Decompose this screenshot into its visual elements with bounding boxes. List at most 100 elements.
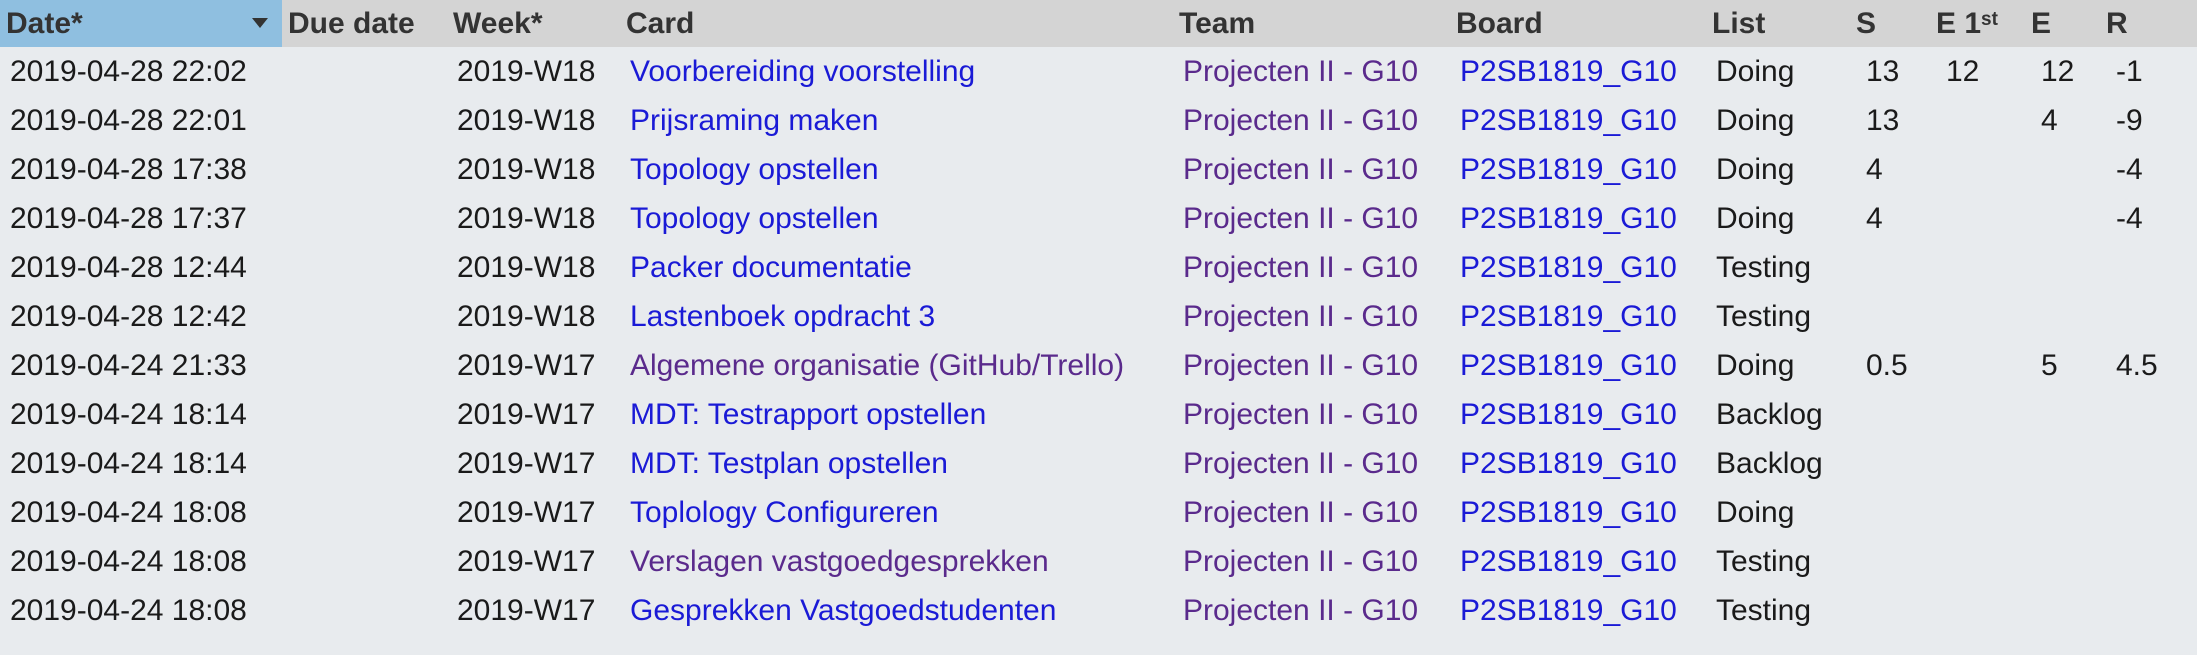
board-link[interactable]: P2SB1819_G10 (1460, 104, 1677, 137)
cell-board: P2SB1819_G10 (1450, 145, 1706, 194)
table-row: 2019-04-28 17:37 2019-W18 Topology opstell… (0, 194, 2197, 243)
e1-value: 12 (1946, 54, 1980, 88)
cell-week: 2019-W18 (447, 292, 620, 341)
cell-week: 2019-W17 (447, 439, 620, 488)
cell-e (2025, 537, 2100, 586)
cell-due (282, 439, 447, 488)
cell-due (282, 194, 447, 243)
card-link[interactable]: Topology opstellen (630, 202, 879, 235)
table-row: 2019-04-24 21:33 2019-W17 Algemene organis… (0, 341, 2197, 390)
cell-due (282, 488, 447, 537)
column-header-e1[interactable]: E 1st (1930, 0, 2025, 47)
team-link[interactable]: Projecten II - G10 (1183, 594, 1418, 627)
list-value: Doing (1716, 152, 1795, 186)
cell-e1 (1930, 439, 2025, 488)
board-link[interactable]: P2SB1819_G10 (1460, 496, 1677, 529)
team-link[interactable]: Projecten II - G10 (1183, 300, 1418, 333)
table-row: 2019-04-24 18:14 2019-W17 MDT: Testrapport… (0, 390, 2197, 439)
cell-board: P2SB1819_G10 (1450, 96, 1706, 145)
board-link[interactable]: P2SB1819_G10 (1460, 153, 1677, 186)
team-link[interactable]: Projecten II - G10 (1183, 398, 1418, 431)
column-header-label: Date* (6, 6, 83, 40)
column-header-label: Board (1456, 6, 1543, 40)
week-value: 2019-W18 (457, 152, 596, 186)
cell-card: Toplology Configureren (620, 488, 1173, 537)
column-header-list[interactable]: List (1706, 0, 1850, 47)
card-link[interactable]: Algemene organisatie (GitHub/Trello) (630, 349, 1124, 382)
cell-list: Doing (1706, 96, 1850, 145)
team-link[interactable]: Projecten II - G10 (1183, 496, 1418, 529)
s-value: 4 (1866, 201, 1883, 235)
card-link[interactable]: MDT: Testrapport opstellen (630, 398, 986, 431)
cell-date: 2019-04-24 18:14 (0, 390, 282, 439)
cell-e (2025, 243, 2100, 292)
column-header-card[interactable]: Card (620, 0, 1173, 47)
column-header-label: Week* (453, 6, 543, 40)
team-link[interactable]: Projecten II - G10 (1183, 55, 1418, 88)
cell-team: Projecten II - G10 (1173, 341, 1450, 390)
card-link[interactable]: Voorbereiding voorstelling (630, 55, 975, 88)
cell-e1 (1930, 243, 2025, 292)
board-link[interactable]: P2SB1819_G10 (1460, 447, 1677, 480)
team-link[interactable]: Projecten II - G10 (1183, 349, 1418, 382)
column-header-week[interactable]: Week* (447, 0, 620, 47)
team-link[interactable]: Projecten II - G10 (1183, 545, 1418, 578)
board-link[interactable]: P2SB1819_G10 (1460, 251, 1677, 284)
column-header-e[interactable]: E (2025, 0, 2100, 47)
list-value: Doing (1716, 103, 1795, 137)
column-header-team[interactable]: Team (1173, 0, 1450, 47)
cell-e: 4 (2025, 96, 2100, 145)
cell-e (2025, 586, 2100, 635)
cell-e1 (1930, 390, 2025, 439)
card-link[interactable]: Toplology Configureren (630, 496, 939, 529)
table-row: 2019-04-28 12:42 2019-W18 Lastenboek opdra… (0, 292, 2197, 341)
cell-e1 (1930, 586, 2025, 635)
board-link[interactable]: P2SB1819_G10 (1460, 545, 1677, 578)
table-body: 2019-04-28 22:02 2019-W18 Voorbereiding vo… (0, 47, 2197, 635)
board-link[interactable]: P2SB1819_G10 (1460, 594, 1677, 627)
cell-week: 2019-W17 (447, 586, 620, 635)
column-header-due[interactable]: Due date (282, 0, 447, 47)
board-link[interactable]: P2SB1819_G10 (1460, 398, 1677, 431)
board-link[interactable]: P2SB1819_G10 (1460, 55, 1677, 88)
cell-due (282, 243, 447, 292)
card-link[interactable]: Gesprekken Vastgoedstudenten (630, 594, 1056, 627)
r-value: -9 (2116, 103, 2143, 137)
cell-date: 2019-04-24 18:08 (0, 537, 282, 586)
card-link[interactable]: Lastenboek opdracht 3 (630, 300, 935, 333)
cell-week: 2019-W18 (447, 145, 620, 194)
team-link[interactable]: Projecten II - G10 (1183, 447, 1418, 480)
table-row: 2019-04-24 18:08 2019-W17 Gesprekken Vastg… (0, 586, 2197, 635)
column-header-board[interactable]: Board (1450, 0, 1706, 47)
column-header-date[interactable]: Date* (0, 0, 282, 47)
cell-card: Topology opstellen (620, 145, 1173, 194)
card-link[interactable]: Verslagen vastgoedgesprekken (630, 545, 1049, 578)
sort-descending-icon[interactable] (252, 18, 268, 28)
column-header-label: E 1 (1936, 6, 1982, 40)
board-link[interactable]: P2SB1819_G10 (1460, 202, 1677, 235)
card-link[interactable]: Packer documentatie (630, 251, 912, 284)
cell-e (2025, 390, 2100, 439)
card-link[interactable]: MDT: Testplan opstellen (630, 447, 948, 480)
column-header-label: S (1856, 6, 1877, 40)
column-header-label: Due date (288, 6, 415, 40)
card-link[interactable]: Prijsraming maken (630, 104, 878, 137)
list-value: Doing (1716, 54, 1795, 88)
cell-r (2100, 439, 2197, 488)
r-value: -4 (2116, 152, 2143, 186)
team-link[interactable]: Projecten II - G10 (1183, 202, 1418, 235)
board-link[interactable]: P2SB1819_G10 (1460, 300, 1677, 333)
cell-s (1850, 292, 1930, 341)
column-header-r[interactable]: R (2100, 0, 2197, 47)
column-header-label: List (1712, 6, 1766, 40)
column-header-s[interactable]: S (1850, 0, 1930, 47)
week-value: 2019-W17 (457, 544, 596, 578)
card-link[interactable]: Topology opstellen (630, 153, 879, 186)
cell-week: 2019-W18 (447, 47, 620, 96)
cell-r: -4 (2100, 194, 2197, 243)
team-link[interactable]: Projecten II - G10 (1183, 104, 1418, 137)
team-link[interactable]: Projecten II - G10 (1183, 251, 1418, 284)
board-link[interactable]: P2SB1819_G10 (1460, 349, 1677, 382)
cell-due (282, 537, 447, 586)
team-link[interactable]: Projecten II - G10 (1183, 153, 1418, 186)
